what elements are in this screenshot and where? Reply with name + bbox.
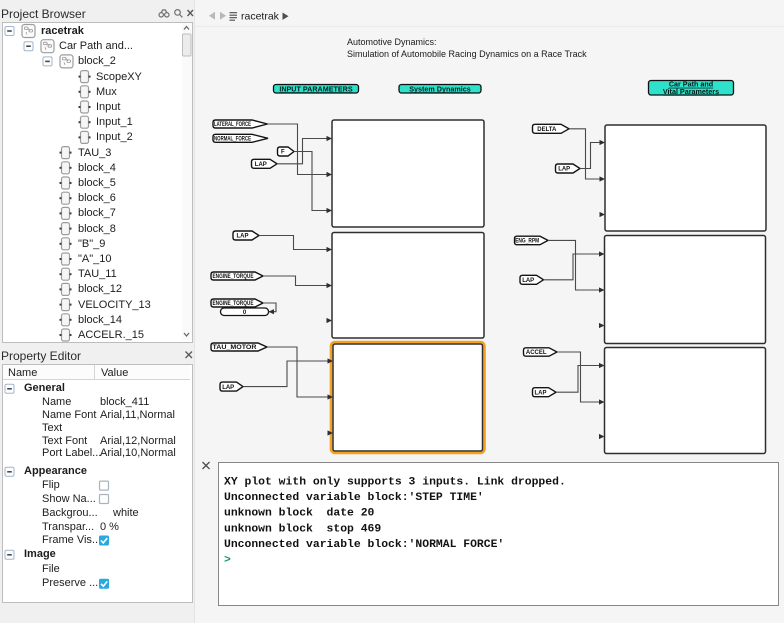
svg-text:DELTA: DELTA — [537, 127, 557, 133]
svg-text:Unconnected variable block:'ST: Unconnected variable block:'STEP TIME' — [224, 492, 484, 504]
svg-text:unknown block date 20: unknown block date 20 — [224, 508, 375, 520]
svg-text:LAP: LAP — [558, 167, 570, 173]
svg-text:unknown block stop 469: unknown block stop 469 — [224, 523, 381, 535]
svg-text:LAP: LAP — [522, 278, 534, 284]
svg-text:ENG_RPM: ENG_RPM — [515, 239, 539, 245]
svg-text:Vital Parameters: Vital Parameters — [663, 87, 719, 96]
svg-text:System Dynamics: System Dynamics — [409, 84, 471, 93]
svg-text:F: F — [281, 150, 285, 156]
svg-text:Simulation of Automobile Racin: Simulation of Automobile Racing Dynamics… — [347, 49, 587, 59]
svg-text:racetrak: racetrak — [241, 11, 280, 23]
svg-text:NORMAL_FORCE: NORMAL_FORCE — [214, 137, 251, 143]
svg-text:Automotive Dynamics:: Automotive Dynamics: — [347, 37, 437, 47]
svg-text:ENGINE_TORQUE: ENGINE_TORQUE — [213, 301, 254, 307]
svg-text:LAP: LAP — [237, 234, 249, 240]
svg-text:ACCEL: ACCEL — [526, 350, 547, 356]
svg-text:LAP: LAP — [222, 385, 234, 391]
svg-text:LATERAL_FORCE: LATERAL_FORCE — [214, 122, 251, 128]
svg-text:LAP: LAP — [535, 390, 547, 396]
svg-text:TAU_MOTOR: TAU_MOTOR — [213, 345, 258, 351]
svg-text:LAP: LAP — [255, 162, 267, 168]
svg-text:>: > — [224, 555, 231, 567]
svg-text:XY plot with only supports 3 i: XY plot with only supports 3 inputs. Lin… — [224, 477, 566, 489]
svg-text:INPUT PARAMETERS: INPUT PARAMETERS — [279, 84, 353, 93]
svg-text:ENGINE_TORQUE: ENGINE_TORQUE — [213, 274, 254, 280]
svg-text:Unconnected variable block:'NO: Unconnected variable block:'NORMAL FORCE… — [224, 539, 504, 551]
